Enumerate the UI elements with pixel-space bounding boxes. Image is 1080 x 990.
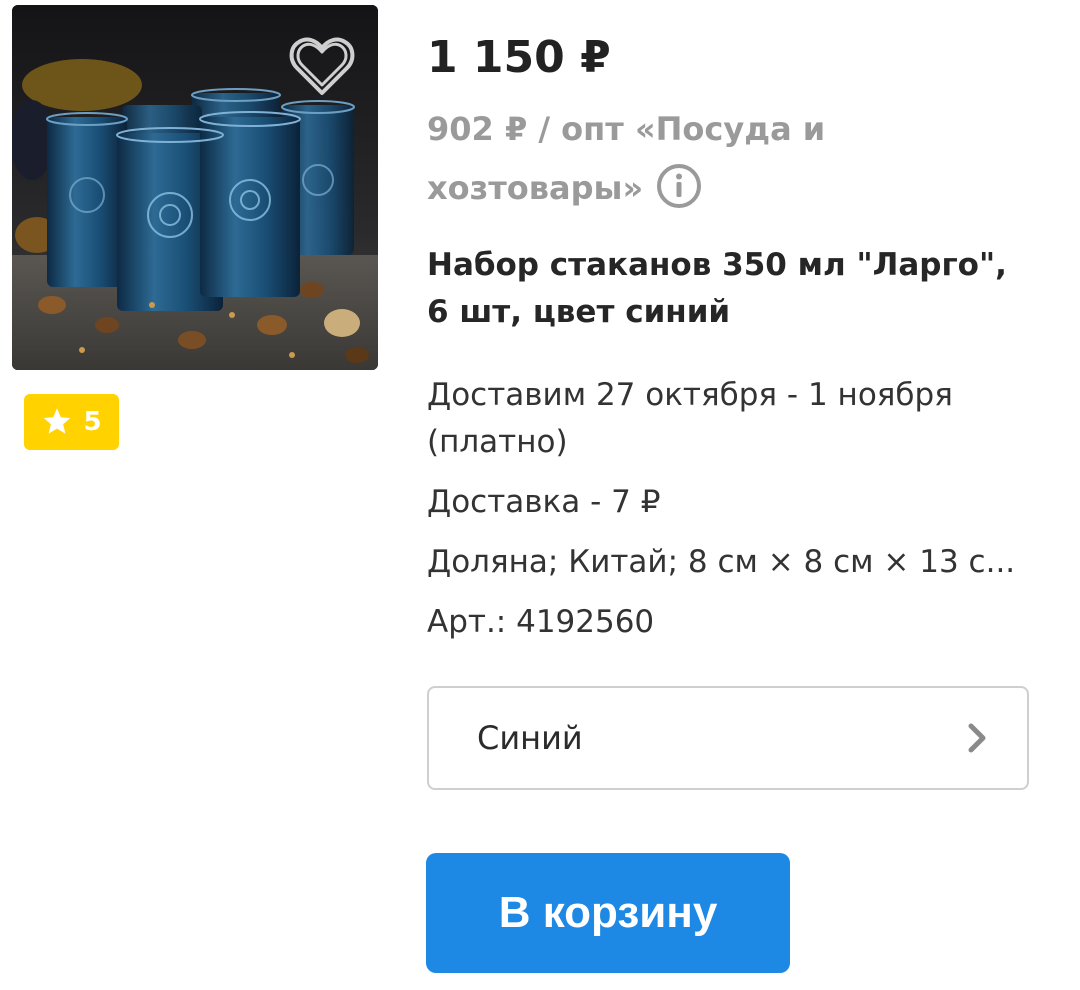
rating-badge: 5 xyxy=(24,394,119,450)
wholesale-price-text: 902 ₽ / опт «Посуда и хозтовары» xyxy=(427,110,826,207)
wholesale-price: 902 ₽ / опт «Посуда и хозтовары» xyxy=(427,100,1027,218)
product-details: Доставим 27 октября - 1 ноября (платно) … xyxy=(427,372,1037,646)
article-number: Арт.: 4192560 xyxy=(427,604,655,640)
delivery-dates: Доставим 27 октября - 1 ноября (платно) xyxy=(427,377,953,460)
color-variant-select[interactable]: Синий xyxy=(427,686,1029,790)
rating-value: 5 xyxy=(83,407,102,437)
price: 1 150 ₽ xyxy=(427,32,611,83)
heart-icon[interactable] xyxy=(288,36,356,98)
variant-selected-value: Синий xyxy=(477,719,583,757)
delivery-cost: Доставка - 7 ₽ xyxy=(427,484,661,520)
star-icon xyxy=(44,408,71,434)
info-icon[interactable] xyxy=(655,162,703,210)
product-card: 5 1 150 ₽ 902 ₽ / опт «Посуда и хозтовар… xyxy=(0,0,1080,990)
chevron-right-icon xyxy=(965,718,991,758)
add-to-cart-button[interactable]: В корзину xyxy=(426,853,790,973)
product-title[interactable]: Набор стаканов 350 мл "Ларго", 6 шт, цве… xyxy=(427,242,1037,336)
product-specs: Доляна; Китай; 8 см × 8 см × 13 с... xyxy=(427,544,1016,580)
